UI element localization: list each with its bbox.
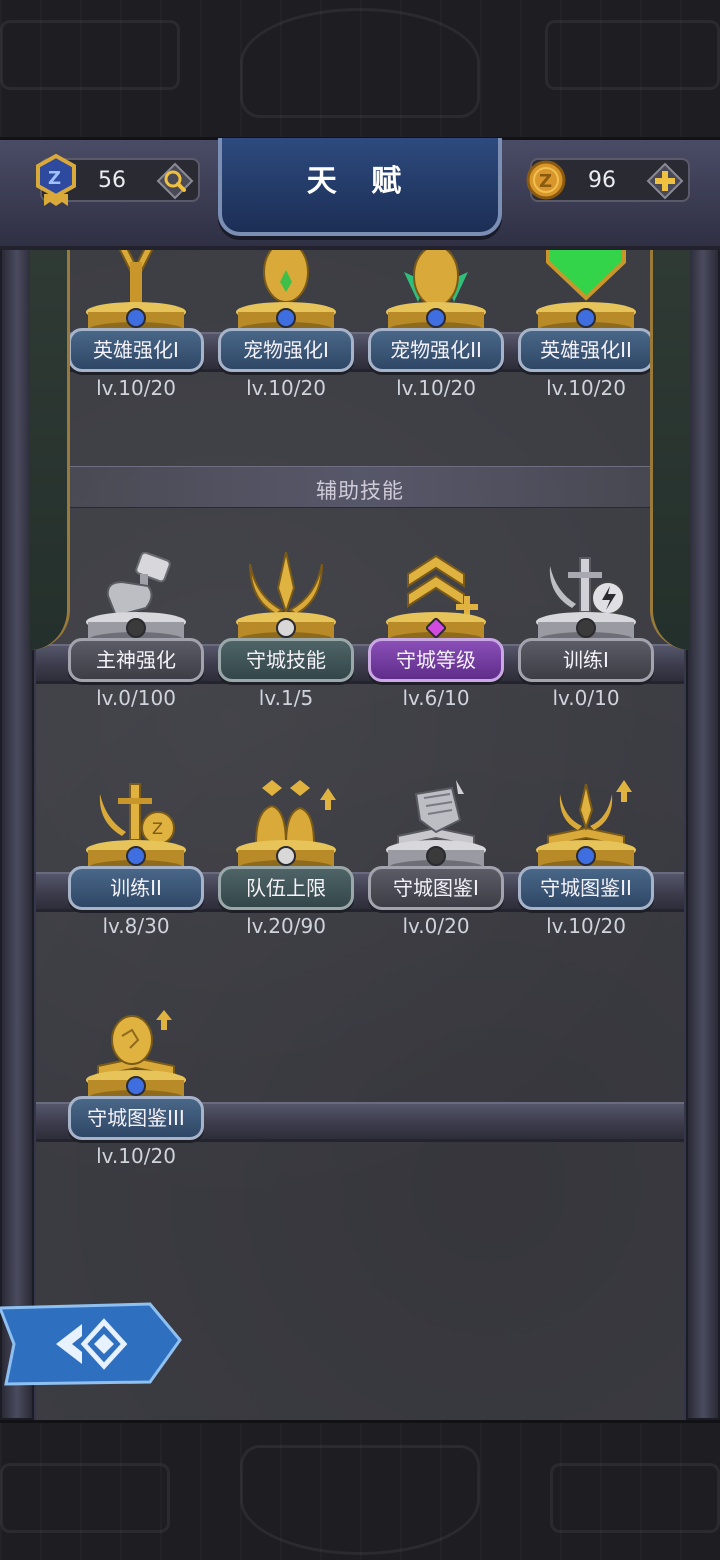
coin-icon: Z — [526, 160, 566, 200]
decor-frame — [0, 20, 180, 90]
talent-level: lv.0/100 — [96, 686, 176, 710]
svg-text:Z: Z — [539, 171, 552, 192]
talent-level: lv.6/10 — [402, 686, 470, 710]
status-gem — [126, 1076, 146, 1096]
talent-pet-upgrade-1[interactable]: 宠物强化I lv.10/20 — [218, 250, 354, 442]
search-icon[interactable] — [156, 162, 194, 200]
talent-shelf-area[interactable]: 辅助技能 英雄强化I lv.10/20 宠物强化I lv.10/20 宠物强化I… — [36, 250, 684, 1420]
talent-level: lv.0/20 — [402, 914, 470, 938]
talent-god-upgrade[interactable]: 主神强化 lv.0/100 — [68, 552, 204, 752]
talent-level: lv.10/20 — [246, 376, 326, 400]
talent-name-plate: 英雄强化I — [68, 328, 204, 372]
talent-name-plate: 守城技能 — [218, 638, 354, 682]
talent-level: lv.8/30 — [102, 914, 170, 938]
bottom-decoration — [0, 1420, 720, 1560]
gem-count: 56 — [98, 168, 126, 193]
left-pillar — [0, 240, 34, 1420]
talent-name-plate: 守城图鉴III — [68, 1096, 204, 1140]
back-button[interactable] — [0, 1300, 182, 1388]
top-decoration — [0, 0, 720, 140]
talent-name-plate: 宠物强化I — [218, 328, 354, 372]
talent-training-1[interactable]: 训练I lv.0/10 — [518, 552, 654, 752]
talent-hero-upgrade-2[interactable]: 英雄强化II lv.10/20 — [518, 250, 654, 442]
coin-counter: Z 96 — [526, 158, 690, 202]
talent-name-plate: 宠物强化II — [368, 328, 504, 372]
talent-training-2[interactable]: Z 训练II lv.8/30 — [68, 780, 204, 980]
emblem-decoration — [240, 8, 480, 118]
talent-defense-skill[interactable]: 守城技能 lv.1/5 — [218, 552, 354, 752]
status-gem — [276, 846, 296, 866]
status-gem — [426, 308, 446, 328]
talent-codex-1[interactable]: 守城图鉴I lv.0/20 — [368, 780, 504, 980]
talent-name-plate: 训练II — [68, 866, 204, 910]
back-arrow-icon — [0, 1302, 182, 1386]
section-header: 辅助技能 — [64, 466, 656, 508]
talent-name-plate: 守城图鉴II — [518, 866, 654, 910]
talent-level: lv.10/20 — [96, 1144, 176, 1168]
decor-frame — [0, 1463, 170, 1533]
talent-level: lv.0/10 — [552, 686, 620, 710]
left-curtain — [30, 250, 70, 650]
talent-name-plate: 队伍上限 — [218, 866, 354, 910]
status-gem — [126, 308, 146, 328]
talent-level: lv.10/20 — [546, 914, 626, 938]
title-plaque: 天 赋 — [218, 138, 502, 236]
decor-frame — [550, 1463, 720, 1533]
decor-frame — [545, 20, 720, 90]
talent-gem-counter: Z 56 — [36, 154, 200, 206]
status-gem — [126, 846, 146, 866]
status-gem — [426, 846, 446, 866]
talent-codex-3[interactable]: 守城图鉴III lv.10/20 — [68, 1010, 204, 1210]
talent-hero-upgrade-1[interactable]: 英雄强化I lv.10/20 — [68, 250, 204, 442]
talent-level: lv.20/90 — [246, 914, 326, 938]
talent-team-limit[interactable]: 队伍上限 lv.20/90 — [218, 780, 354, 980]
emblem-decoration — [240, 1445, 480, 1555]
status-gem — [126, 618, 146, 638]
section-title: 辅助技能 — [316, 479, 404, 503]
talent-pet-upgrade-2[interactable]: 宠物强化II lv.10/20 — [368, 250, 504, 442]
status-gem — [576, 308, 596, 328]
talent-medal-icon: Z — [36, 154, 76, 206]
talent-name-plate: 守城图鉴I — [368, 866, 504, 910]
talent-codex-2[interactable]: 守城图鉴II lv.10/20 — [518, 780, 654, 980]
status-gem — [276, 308, 296, 328]
right-curtain — [650, 250, 690, 650]
talent-level: lv.10/20 — [546, 376, 626, 400]
talent-name-plate: 训练I — [518, 638, 654, 682]
talent-level: lv.10/20 — [96, 376, 176, 400]
page-title: 天 赋 — [306, 164, 414, 199]
svg-text:Z: Z — [152, 819, 163, 838]
right-pillar — [686, 240, 720, 1420]
status-gem — [576, 846, 596, 866]
status-gem — [276, 618, 296, 638]
talent-defense-level[interactable]: 守城等级 lv.6/10 — [368, 552, 504, 752]
coin-count: 96 — [588, 168, 616, 193]
status-gem — [576, 618, 596, 638]
svg-text:Z: Z — [48, 168, 61, 189]
talent-name-plate: 主神强化 — [68, 638, 204, 682]
talent-name-plate: 英雄强化II — [518, 328, 654, 372]
add-icon[interactable] — [646, 162, 684, 200]
talent-level: lv.1/5 — [258, 686, 314, 710]
talent-name-plate: 守城等级 — [368, 638, 504, 682]
talent-level: lv.10/20 — [396, 376, 476, 400]
